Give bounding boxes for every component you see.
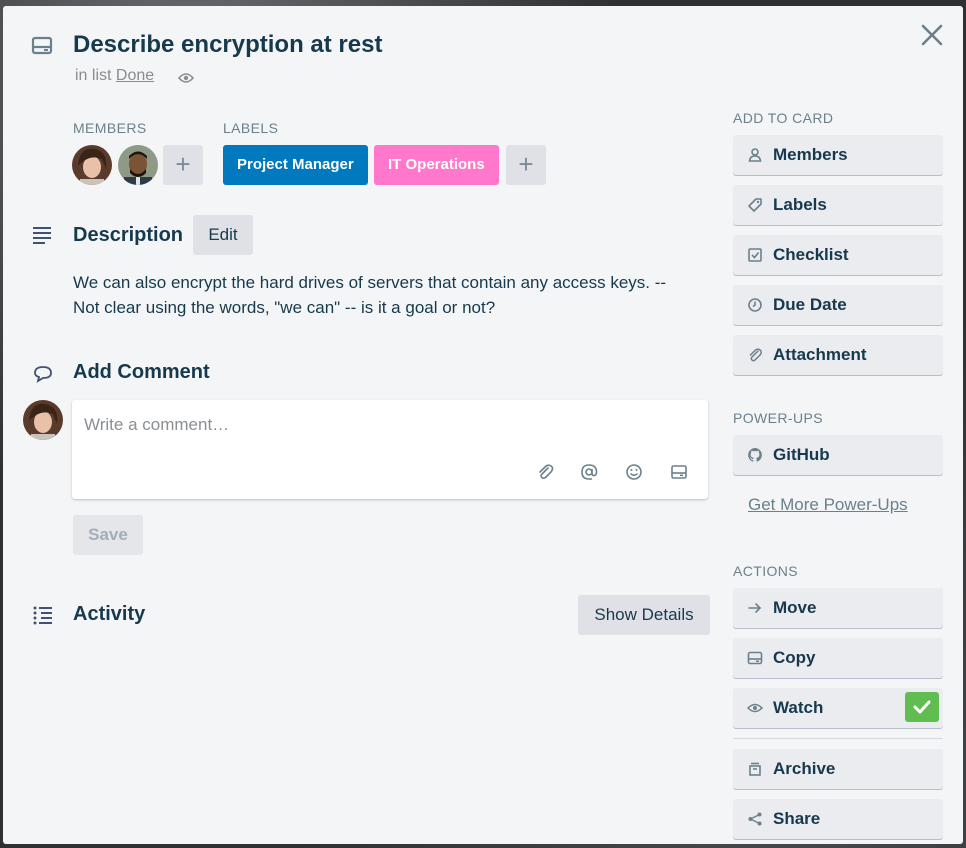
github-icon	[747, 447, 763, 463]
list-indicator: in list Done	[75, 67, 154, 85]
comment-composer	[72, 400, 708, 499]
comment-bubble-icon	[32, 363, 54, 385]
activity-title: Activity	[73, 603, 146, 625]
labels-heading: Labels	[223, 120, 279, 136]
card-icon	[747, 650, 763, 666]
get-more-power-ups-link[interactable]: Get More Power-Ups	[748, 495, 908, 515]
list-prefix: in list	[75, 67, 112, 84]
sidebar-share-button[interactable]: Share	[733, 799, 943, 839]
sidebar-watch-button[interactable]: Watch	[733, 688, 943, 728]
description-icon	[31, 224, 53, 246]
sidebar-github-button[interactable]: GitHub	[733, 435, 943, 475]
members-heading: Members	[73, 120, 147, 136]
member-avatar[interactable]	[118, 145, 158, 185]
sidebar-button-label: Members	[773, 145, 848, 164]
power-ups-heading: Power-Ups	[733, 410, 823, 426]
tag-icon	[747, 197, 763, 213]
save-comment-button[interactable]: Save	[73, 515, 143, 555]
add-to-card-heading: Add to Card	[733, 110, 834, 126]
mention-icon[interactable]	[580, 463, 598, 481]
close-icon[interactable]	[919, 22, 945, 48]
sidebar-labels-button[interactable]: Labels	[733, 185, 943, 225]
card-attach-icon[interactable]	[670, 463, 688, 481]
sidebar-button-label: Attachment	[773, 345, 867, 364]
description-title: Description	[73, 224, 184, 246]
sidebar-button-label: Watch	[773, 698, 824, 717]
sidebar-button-label: Move	[773, 598, 817, 617]
share-icon	[747, 811, 763, 827]
add-label-button[interactable]: +	[506, 145, 546, 185]
sidebar-button-label: Due Date	[773, 295, 847, 314]
sidebar-members-button[interactable]: Members	[733, 135, 943, 175]
label-project-manager[interactable]: Project Manager	[223, 145, 368, 185]
sidebar-button-label: Archive	[773, 759, 836, 778]
eye-icon	[746, 700, 764, 716]
sidebar-button-label: Checklist	[773, 245, 849, 264]
sidebar-checklist-button[interactable]: Checklist	[733, 235, 943, 275]
sidebar-move-button[interactable]: Move	[733, 588, 943, 628]
list-link[interactable]: Done	[116, 67, 154, 84]
paperclip-icon	[747, 347, 763, 363]
card-icon	[31, 36, 53, 56]
emoji-icon[interactable]	[625, 463, 643, 481]
sidebar-button-label: Copy	[773, 648, 816, 667]
watching-checkmark-icon	[905, 692, 939, 722]
sidebar-due-date-button[interactable]: Due Date	[733, 285, 943, 325]
archive-icon	[747, 761, 763, 777]
checkbox-icon	[747, 247, 763, 263]
comment-input[interactable]	[84, 412, 684, 438]
member-avatar[interactable]	[72, 145, 112, 185]
sidebar-archive-button[interactable]: Archive	[733, 749, 943, 789]
person-icon	[747, 147, 763, 163]
sidebar-button-label: Labels	[773, 195, 827, 214]
sidebar-attachment-button[interactable]: Attachment	[733, 335, 943, 375]
card-title[interactable]: Describe encryption at rest	[73, 31, 382, 59]
card-detail-window: Describe encryption at rest in list Done…	[3, 6, 963, 844]
sidebar-button-label: Share	[773, 809, 821, 828]
clock-icon	[747, 297, 763, 313]
label-it-operations[interactable]: IT Operations	[374, 145, 499, 185]
add-comment-title: Add Comment	[73, 361, 210, 383]
activity-icon	[32, 604, 54, 626]
current-user-avatar[interactable]	[23, 400, 63, 440]
description-text[interactable]: We can also encrypt the hard drives of s…	[73, 270, 693, 320]
description-edit-button[interactable]: Edit	[193, 215, 253, 255]
actions-heading: Actions	[733, 563, 799, 579]
watching-eye-icon	[177, 71, 195, 83]
arrow-right-icon	[747, 600, 763, 616]
add-member-button[interactable]: +	[163, 145, 203, 185]
show-details-button[interactable]: Show Details	[578, 595, 710, 635]
attachment-icon[interactable]	[536, 463, 554, 481]
sidebar-divider	[733, 738, 943, 739]
sidebar-button-label: GitHub	[773, 445, 830, 464]
sidebar-copy-button[interactable]: Copy	[733, 638, 943, 678]
